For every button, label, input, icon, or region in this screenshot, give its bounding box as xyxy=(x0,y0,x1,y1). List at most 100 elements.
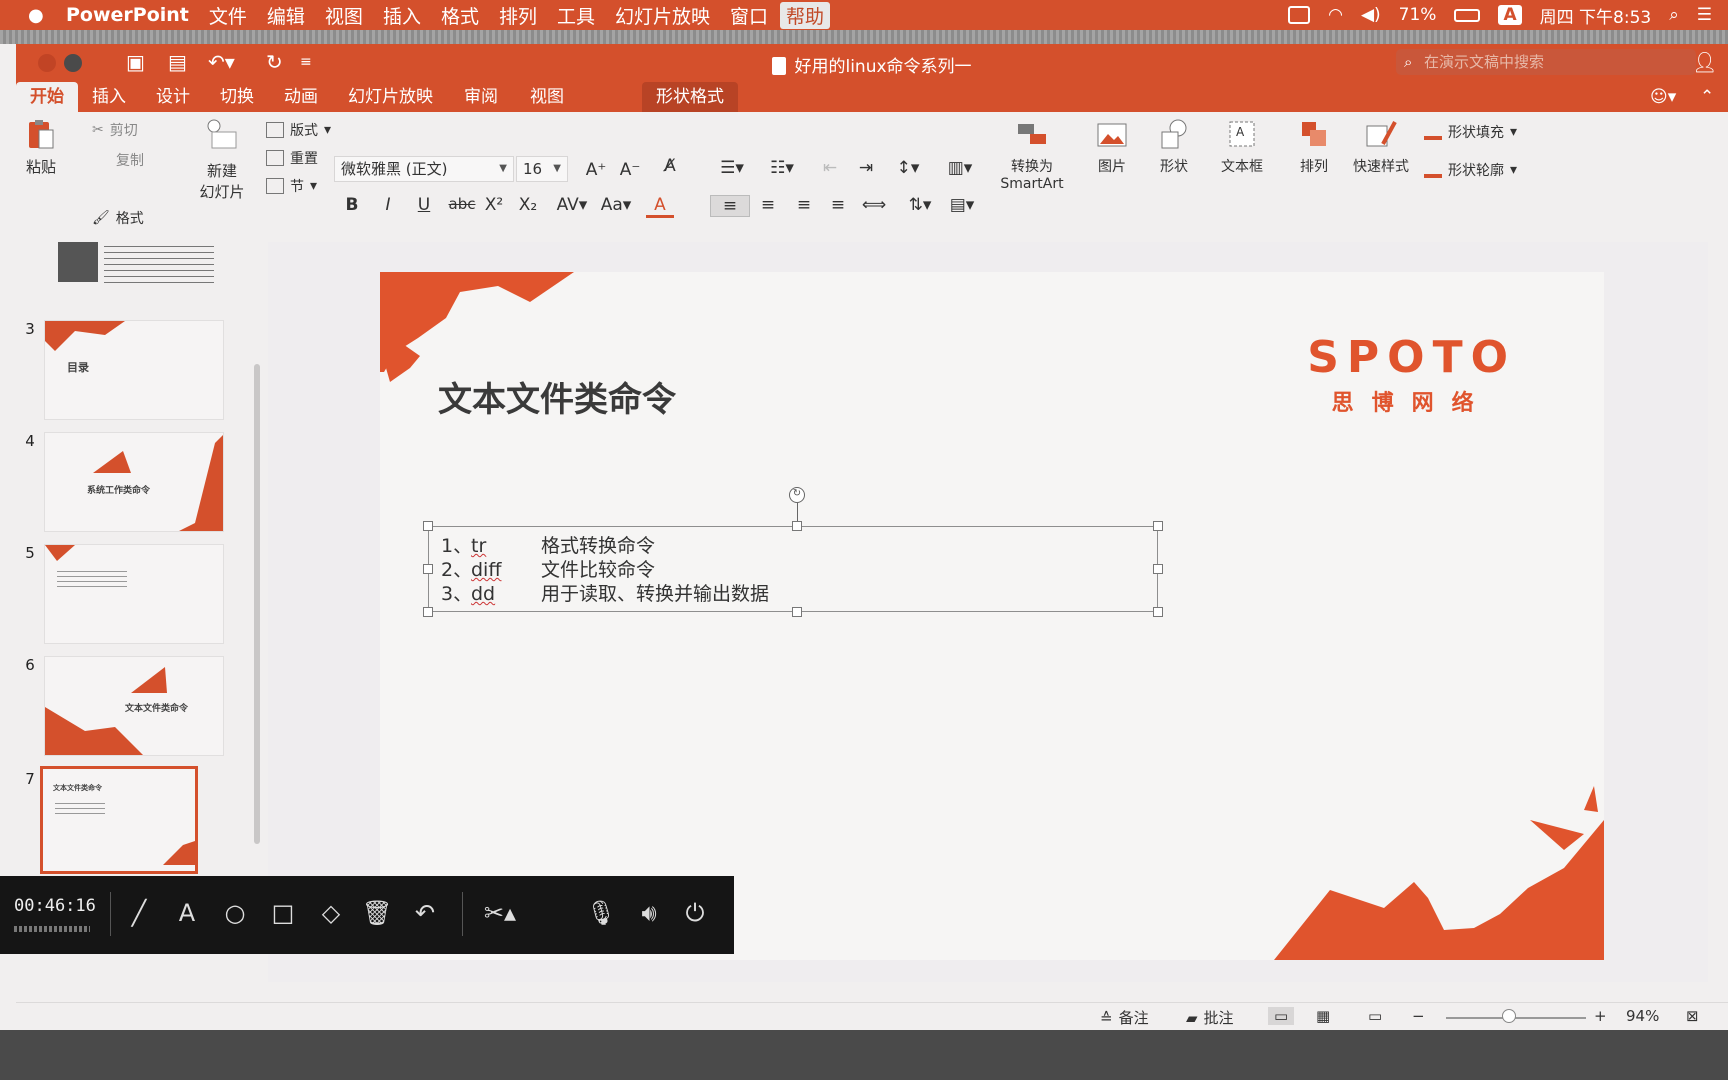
menu-window[interactable]: 窗口 xyxy=(730,2,768,29)
menu-slideshow[interactable]: 幻灯片放映 xyxy=(615,2,710,29)
list-item[interactable]: 1、tr 格式转换命令 xyxy=(441,531,655,558)
menu-arrange[interactable]: 排列 xyxy=(499,2,537,29)
convert-smartart-button[interactable]: 转换为 SmartArt xyxy=(996,118,1068,192)
fit-to-window-icon[interactable]: ⊠ xyxy=(1686,1007,1699,1025)
resize-handle[interactable] xyxy=(423,564,433,574)
new-slide-button[interactable]: 新建 幻灯片 xyxy=(192,118,252,202)
menu-tools[interactable]: 工具 xyxy=(557,2,595,29)
notification-center-icon[interactable]: ☰ xyxy=(1697,5,1712,25)
thumbnail-2-partial[interactable] xyxy=(44,242,224,302)
change-case-button[interactable]: Aa▾ xyxy=(596,195,636,215)
subscript-button[interactable]: X₂ xyxy=(514,195,542,215)
format-painter-button[interactable]: 🖌︎ 格式 xyxy=(92,208,144,228)
superscript-button[interactable]: X² xyxy=(480,195,508,215)
tab-transitions[interactable]: 切换 xyxy=(206,82,268,112)
section-button[interactable]: 节 ▾ xyxy=(266,176,317,196)
tab-view[interactable]: 视图 xyxy=(516,82,578,112)
shape-outline-button[interactable]: 形状轮廓 ▾ xyxy=(1424,160,1517,180)
distributed-button[interactable]: ⟺ xyxy=(860,195,888,215)
microphone-icon[interactable]: 🎙︎ xyxy=(586,898,616,928)
share-icon[interactable]: 👤︎ xyxy=(1692,50,1717,74)
tab-home[interactable]: 开始 xyxy=(16,82,78,112)
resize-handle[interactable] xyxy=(792,521,802,531)
shape-button[interactable]: 形状 xyxy=(1146,118,1202,176)
trash-icon[interactable]: 🗑︎ xyxy=(362,898,392,928)
zoom-slider[interactable] xyxy=(1446,1017,1586,1019)
underline-button[interactable]: U xyxy=(410,195,438,215)
clear-format-icon[interactable]: A̸ xyxy=(656,156,684,176)
align-right-button[interactable]: ≡ xyxy=(790,195,818,215)
brush-icon[interactable]: ╱ xyxy=(124,898,154,928)
feedback-icon[interactable]: ☺▾ xyxy=(1636,82,1690,112)
speaker-icon[interactable]: 🔊︎ xyxy=(634,898,664,928)
power-icon[interactable]: ⏻ xyxy=(680,898,710,928)
menu-view[interactable]: 视图 xyxy=(325,2,363,29)
thumbnail-scrollbar[interactable] xyxy=(254,364,260,844)
thumbnail-6[interactable]: 文本文件类命令 xyxy=(44,656,224,756)
thumbnail-7-selected[interactable]: 文本文件类命令 xyxy=(40,766,198,874)
thumbnail-3[interactable]: 目录 xyxy=(44,320,224,420)
copy-button[interactable]: 复制 xyxy=(116,150,144,170)
spotlight-icon[interactable]: ⌕ xyxy=(1669,5,1679,25)
resize-handle[interactable] xyxy=(423,607,433,617)
italic-button[interactable]: I xyxy=(374,195,402,215)
grow-font-button[interactable]: A⁺ xyxy=(582,160,610,180)
notes-button[interactable]: ≙ 备注 xyxy=(1100,1007,1149,1028)
menu-file[interactable]: 文件 xyxy=(209,2,247,29)
tab-insert[interactable]: 插入 xyxy=(78,82,140,112)
font-size-select[interactable]: 16 ▼ xyxy=(516,156,568,182)
resize-handle[interactable] xyxy=(792,607,802,617)
strikethrough-button[interactable]: abc xyxy=(444,195,480,213)
tab-slideshow[interactable]: 幻灯片放映 xyxy=(334,82,447,112)
paste-button[interactable]: 粘贴 xyxy=(16,118,66,177)
eraser-icon[interactable]: ◇ xyxy=(316,898,346,928)
reset-button[interactable]: 重置 xyxy=(266,148,318,168)
resize-handle[interactable] xyxy=(1153,607,1163,617)
resize-handle[interactable] xyxy=(423,521,433,531)
slideshow-view-button[interactable]: ▭ xyxy=(1368,1007,1382,1025)
apple-icon[interactable]: ● xyxy=(28,5,58,26)
undo-icon[interactable]: ↶ xyxy=(410,898,440,928)
screen-record-icon[interactable] xyxy=(1288,6,1311,24)
comments-button[interactable]: ▰ 批注 xyxy=(1186,1007,1234,1028)
textbox-button[interactable]: A 文本框 xyxy=(1212,118,1272,176)
list-item[interactable]: 2、diff 文件比较命令 xyxy=(441,555,655,582)
align-text-button[interactable]: ▤▾ xyxy=(942,195,982,215)
tab-review[interactable]: 审阅 xyxy=(450,82,512,112)
collapse-ribbon-icon[interactable]: ⌃ xyxy=(1686,82,1728,112)
rectangle-tool-icon[interactable]: □ xyxy=(268,898,298,928)
input-method-icon[interactable]: A xyxy=(1498,5,1522,25)
resize-handle[interactable] xyxy=(1153,564,1163,574)
search-input[interactable]: ⌕ 在演示文稿中搜索 xyxy=(1396,49,1696,75)
slide-sorter-button[interactable]: ▦ xyxy=(1316,1007,1330,1025)
char-spacing-button[interactable]: AV▾ xyxy=(552,195,592,215)
align-center-button[interactable]: ≡ xyxy=(754,195,782,215)
resize-handle[interactable] xyxy=(1153,521,1163,531)
quick-styles-button[interactable]: 快速样式 xyxy=(1346,118,1416,176)
font-name-select[interactable]: 微软雅黑 (正文) ▼ xyxy=(334,156,514,182)
cut-button[interactable]: ✂ 剪切 xyxy=(92,120,138,140)
menu-format[interactable]: 格式 xyxy=(441,2,479,29)
shape-fill-button[interactable]: 形状填充 ▾ xyxy=(1424,122,1517,142)
justify-button[interactable]: ≡ xyxy=(824,195,852,215)
thumbnail-5[interactable] xyxy=(44,544,224,644)
tab-shape-format[interactable]: 形状格式 xyxy=(642,82,738,112)
menu-app-name[interactable]: PowerPoint xyxy=(66,4,189,26)
arrange-button[interactable]: 排列 xyxy=(1286,118,1342,176)
zoom-out-button[interactable]: − xyxy=(1412,1007,1425,1025)
menu-insert[interactable]: 插入 xyxy=(383,2,421,29)
zoom-in-button[interactable]: + xyxy=(1594,1007,1607,1025)
increase-indent-button[interactable]: ⇥ xyxy=(852,158,880,178)
layout-button[interactable]: 版式 ▾ xyxy=(266,120,331,140)
font-color-button[interactable]: A xyxy=(646,195,674,218)
text-direction-button[interactable]: ⇅▾ xyxy=(900,195,940,215)
line-spacing-button[interactable]: ↕▾ xyxy=(888,158,928,178)
tab-animations[interactable]: 动画 xyxy=(270,82,332,112)
decrease-indent-button[interactable]: ⇤ xyxy=(816,158,844,178)
zoom-slider-knob[interactable] xyxy=(1502,1009,1516,1023)
align-left-button[interactable]: ≡ xyxy=(710,195,750,217)
rotate-handle[interactable]: ↻ xyxy=(789,487,805,503)
text-tool-icon[interactable]: A xyxy=(172,898,202,928)
circle-tool-icon[interactable]: ○ xyxy=(220,898,250,928)
menu-edit[interactable]: 编辑 xyxy=(267,2,305,29)
